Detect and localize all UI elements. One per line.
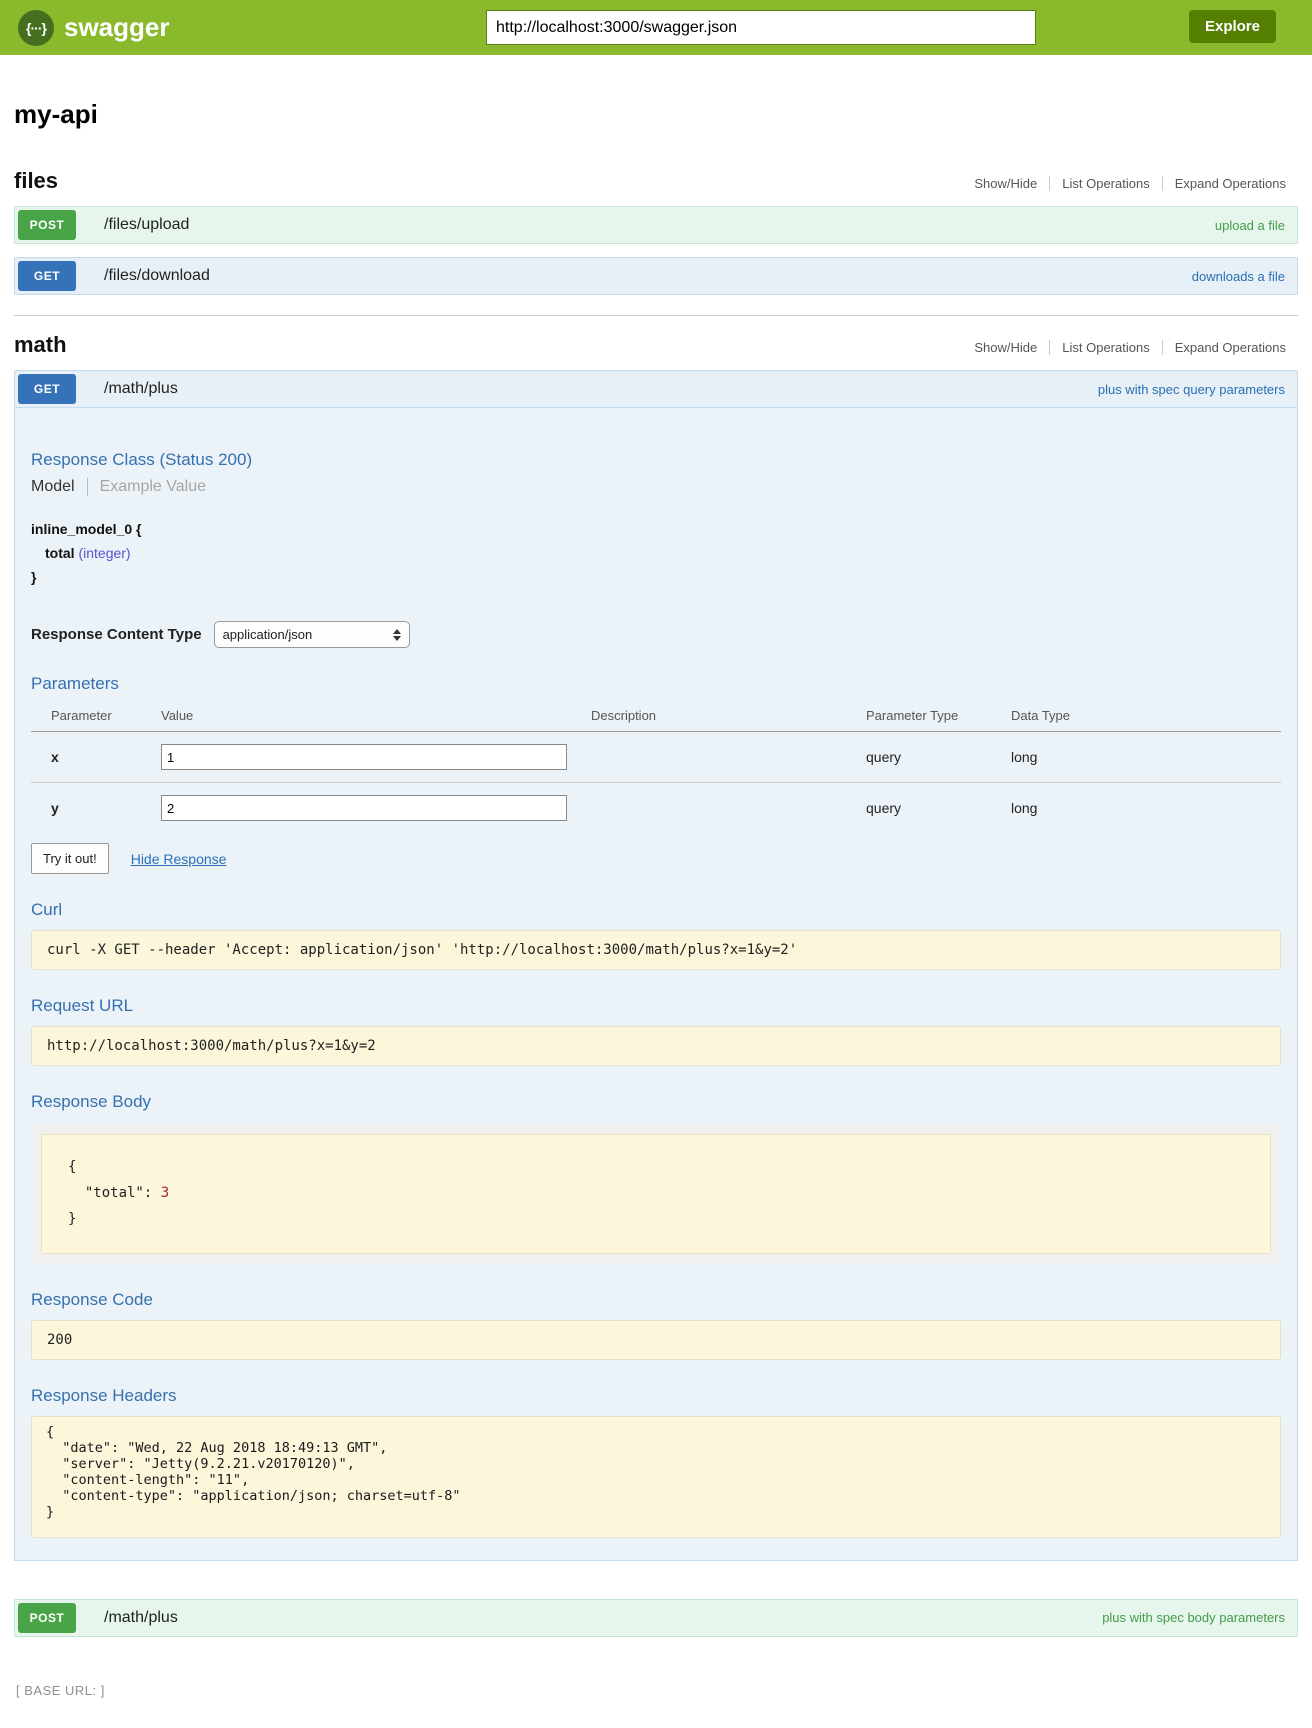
model-signature-property: total (integer) xyxy=(31,542,1281,566)
response-body-wrapper: { "total": 3 } xyxy=(31,1124,1281,1264)
response-body-json: { "total": 3 } xyxy=(41,1134,1271,1254)
brand-name: swagger xyxy=(64,12,170,43)
parameters-heading: Parameters xyxy=(31,674,1281,694)
response-code-value: 200 xyxy=(31,1320,1281,1360)
json-open-brace: { xyxy=(68,1159,76,1175)
column-header-value: Value xyxy=(161,708,591,723)
parameter-y-input[interactable] xyxy=(161,795,567,821)
parameter-type: query xyxy=(866,800,1011,816)
endpoint-summary[interactable]: plus with spec query parameters xyxy=(1098,382,1285,397)
property-name: total xyxy=(45,545,75,561)
parameters-table-header: Parameter Value Description Parameter Ty… xyxy=(31,702,1281,732)
curl-heading: Curl xyxy=(31,900,1281,920)
json-close-brace: } xyxy=(68,1211,76,1227)
response-headers-heading: Response Headers xyxy=(31,1386,1281,1406)
json-colon: : xyxy=(144,1185,161,1201)
math-expand-operations-link[interactable]: Expand Operations xyxy=(1162,340,1298,355)
response-content-type-select[interactable]: application/json xyxy=(214,621,410,648)
method-badge-get[interactable]: GET xyxy=(18,374,76,404)
base-url-label: [ BASE URL: ] xyxy=(16,1683,1298,1698)
parameter-name: y xyxy=(31,800,161,816)
response-code-heading: Response Code xyxy=(31,1290,1281,1310)
json-number-value: 3 xyxy=(161,1185,169,1201)
method-badge-post[interactable]: POST xyxy=(18,1603,76,1633)
parameters-table: Parameter Value Description Parameter Ty… xyxy=(31,702,1281,833)
endpoint-summary[interactable]: upload a file xyxy=(1215,218,1285,233)
page-title: my-api xyxy=(14,99,1298,130)
endpoint-path[interactable]: /files/upload xyxy=(104,216,189,234)
column-header-data-type: Data Type xyxy=(1011,708,1281,723)
endpoint-summary[interactable]: plus with spec body parameters xyxy=(1102,1610,1285,1625)
endpoint-row-get-files-download[interactable]: GET /files/download downloads a file xyxy=(14,257,1298,295)
endpoint-row-post-math-plus[interactable]: POST /math/plus plus with spec body para… xyxy=(14,1599,1298,1637)
resource-title-math[interactable]: math xyxy=(14,332,67,358)
method-badge-get[interactable]: GET xyxy=(18,261,76,291)
parameter-type: query xyxy=(866,749,1011,765)
request-url-heading: Request URL xyxy=(31,996,1281,1016)
select-arrows-icon xyxy=(393,629,401,641)
files-list-operations-link[interactable]: List Operations xyxy=(1049,176,1161,191)
model-signature: inline_model_0 { total (integer) } xyxy=(31,518,1281,589)
response-headers-json: { "date": "Wed, 22 Aug 2018 18:49:13 GMT… xyxy=(31,1416,1281,1538)
parameter-data-type: long xyxy=(1011,749,1281,765)
files-expand-operations-link[interactable]: Expand Operations xyxy=(1162,176,1298,191)
header-bar: {···} swagger Explore xyxy=(0,0,1312,55)
endpoint-summary[interactable]: downloads a file xyxy=(1192,269,1285,284)
model-signature-close: } xyxy=(31,566,1281,590)
column-header-description: Description xyxy=(591,708,866,723)
method-badge-post[interactable]: POST xyxy=(18,210,76,240)
parameter-data-type: long xyxy=(1011,800,1281,816)
try-it-out-button[interactable]: Try it out! xyxy=(31,843,109,874)
response-content-type-label: Response Content Type xyxy=(31,626,202,643)
parameter-x-input[interactable] xyxy=(161,744,567,770)
response-body-heading: Response Body xyxy=(31,1092,1281,1112)
tab-example-value[interactable]: Example Value xyxy=(88,478,206,496)
response-class-heading: Response Class (Status 200) xyxy=(31,450,1281,470)
model-signature-open: inline_model_0 { xyxy=(31,518,1281,542)
model-tabs: Model Example Value xyxy=(31,478,1281,496)
files-show-hide-link[interactable]: Show/Hide xyxy=(962,176,1049,191)
explore-button[interactable]: Explore xyxy=(1189,10,1276,43)
hide-response-link[interactable]: Hide Response xyxy=(131,851,227,867)
swagger-logo-icon: {···} xyxy=(18,10,54,46)
math-show-hide-link[interactable]: Show/Hide xyxy=(962,340,1049,355)
selected-content-type: application/json xyxy=(223,627,393,642)
resource-divider xyxy=(14,315,1298,316)
endpoint-row-post-files-upload[interactable]: POST /files/upload upload a file xyxy=(14,206,1298,244)
tab-model[interactable]: Model xyxy=(31,478,88,496)
parameter-row-y: y query long xyxy=(31,782,1281,833)
curl-command: curl -X GET --header 'Accept: applicatio… xyxy=(31,930,1281,970)
column-header-parameter: Parameter xyxy=(31,708,161,723)
property-type: (integer) xyxy=(78,545,130,561)
resource-title-files[interactable]: files xyxy=(14,168,58,194)
column-header-parameter-type: Parameter Type xyxy=(866,708,1011,723)
endpoint-path[interactable]: /math/plus xyxy=(104,380,178,398)
get-math-plus-expanded-content: Response Class (Status 200) Model Exampl… xyxy=(14,408,1298,1561)
endpoint-row-get-math-plus[interactable]: GET /math/plus plus with spec query para… xyxy=(14,370,1298,408)
json-key: "total" xyxy=(68,1185,144,1201)
parameter-name: x xyxy=(31,749,161,765)
swagger-brand[interactable]: {···} swagger xyxy=(18,10,170,46)
math-resource-header: math Show/Hide List Operations Expand Op… xyxy=(14,332,1298,358)
endpoint-path[interactable]: /files/download xyxy=(104,267,210,285)
parameter-row-x: x query long xyxy=(31,732,1281,782)
endpoint-path[interactable]: /math/plus xyxy=(104,1609,178,1627)
spec-url-input[interactable] xyxy=(487,11,1035,44)
files-resource-header: files Show/Hide List Operations Expand O… xyxy=(14,168,1298,194)
math-list-operations-link[interactable]: List Operations xyxy=(1049,340,1161,355)
request-url-value: http://localhost:3000/math/plus?x=1&y=2 xyxy=(31,1026,1281,1066)
